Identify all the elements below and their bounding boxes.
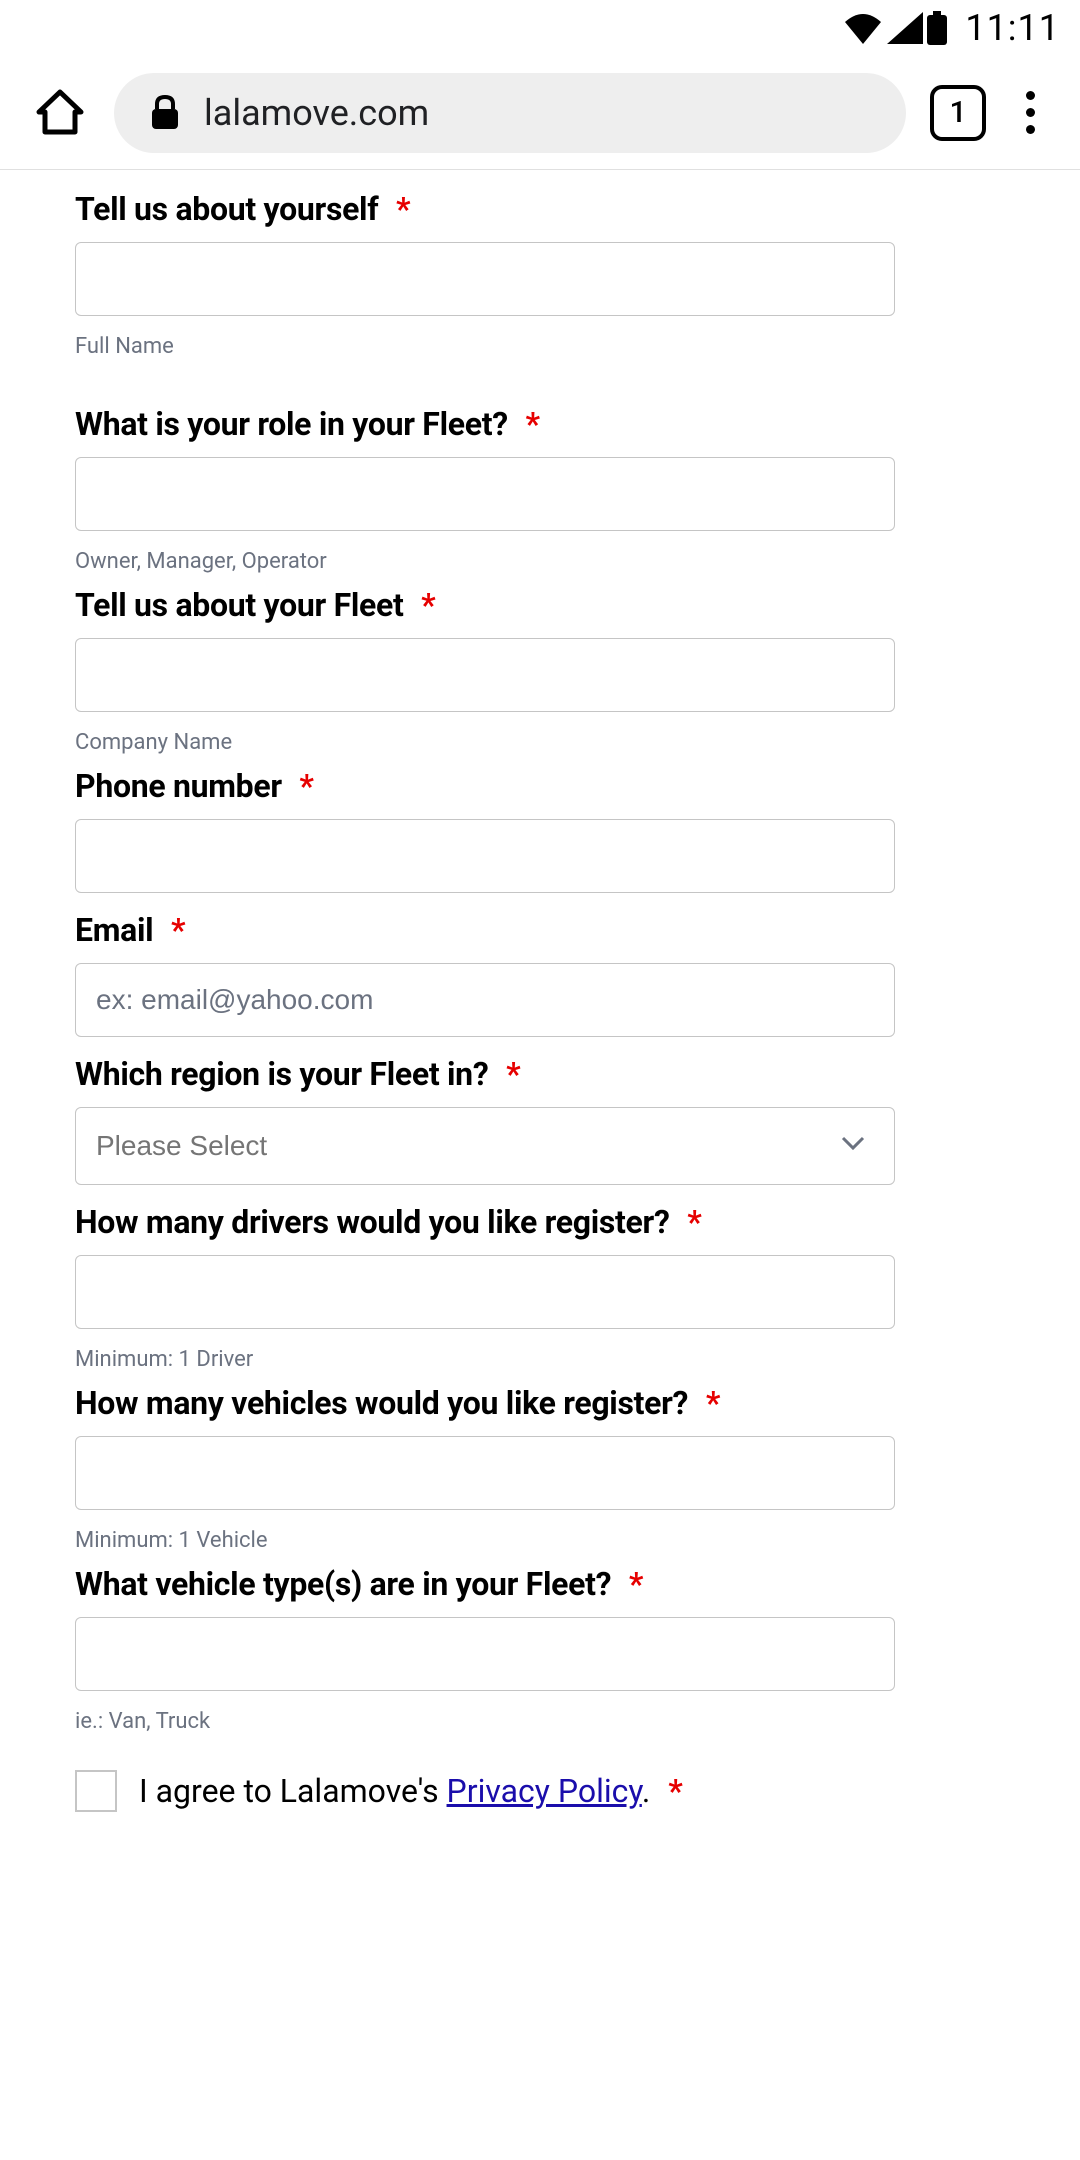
name-input[interactable]: [75, 242, 895, 316]
form-group-region: Which region is your Fleet in? *: [75, 1055, 1005, 1185]
vehicles-label: How many vehicles would you like registe…: [75, 1384, 1005, 1422]
vehicle-type-label: What vehicle type(s) are in your Fleet? …: [75, 1565, 1005, 1603]
fleet-input[interactable]: [75, 638, 895, 712]
form-group-phone: Phone number *: [75, 767, 1005, 893]
privacy-label: I agree to Lalamove's Privacy Policy. *: [139, 1772, 683, 1810]
vehicle-type-sublabel: ie.: Van, Truck: [75, 1709, 1005, 1734]
lock-icon: [150, 95, 180, 131]
vehicle-type-input[interactable]: [75, 1617, 895, 1691]
name-sublabel: Full Name: [75, 334, 1005, 359]
form-group-drivers: How many drivers would you like register…: [75, 1203, 1005, 1372]
vehicles-input[interactable]: [75, 1436, 895, 1510]
role-label: What is your role in your Fleet? *: [75, 405, 1005, 443]
browser-bar: lalamove.com 1: [0, 56, 1080, 170]
menu-dot-icon: [1026, 125, 1035, 134]
drivers-label: How many drivers would you like register…: [75, 1203, 1005, 1241]
menu-dot-icon: [1026, 91, 1035, 100]
role-sublabel: Owner, Manager, Operator: [75, 549, 1005, 574]
form-group-fleet: Tell us about your Fleet * Company Name: [75, 586, 1005, 755]
region-label: Which region is your Fleet in? *: [75, 1055, 1005, 1093]
status-icons: 11:11: [843, 7, 1060, 49]
required-mark: *: [706, 1384, 720, 1422]
form-group-vehicle-type: What vehicle type(s) are in your Fleet? …: [75, 1565, 1005, 1734]
required-mark: *: [668, 1772, 683, 1810]
tab-count-button[interactable]: 1: [930, 85, 986, 141]
required-mark: *: [687, 1203, 701, 1241]
status-bar: 11:11: [0, 0, 1080, 56]
cellular-icon: [887, 12, 923, 44]
region-select-wrapper: [75, 1107, 895, 1185]
required-mark: *: [171, 911, 185, 949]
vehicles-sublabel: Minimum: 1 Vehicle: [75, 1528, 1005, 1553]
name-label: Tell us about yourself *: [75, 190, 1005, 228]
tab-count-value: 1: [949, 95, 966, 130]
battery-icon: [927, 11, 947, 45]
status-time: 11:11: [965, 7, 1060, 49]
fleet-sublabel: Company Name: [75, 730, 1005, 755]
required-mark: *: [421, 586, 435, 624]
email-input[interactable]: [75, 963, 895, 1037]
form-group-vehicles: How many vehicles would you like registe…: [75, 1384, 1005, 1553]
menu-dot-icon: [1026, 108, 1035, 117]
form-group-role: What is your role in your Fleet? * Owner…: [75, 405, 1005, 574]
url-text: lalamove.com: [204, 92, 429, 134]
required-mark: *: [396, 190, 410, 228]
wifi-icon: [843, 12, 883, 44]
form-container: Tell us about yourself * Full Name What …: [0, 170, 1080, 1812]
required-mark: *: [526, 405, 540, 443]
phone-label: Phone number *: [75, 767, 1005, 805]
role-input[interactable]: [75, 457, 895, 531]
region-select[interactable]: [75, 1107, 895, 1185]
required-mark: *: [506, 1055, 520, 1093]
privacy-checkbox[interactable]: [75, 1770, 117, 1812]
menu-button[interactable]: [1010, 85, 1050, 141]
drivers-sublabel: Minimum: 1 Driver: [75, 1347, 1005, 1372]
drivers-input[interactable]: [75, 1255, 895, 1329]
privacy-group: I agree to Lalamove's Privacy Policy. *: [75, 1770, 1005, 1812]
url-bar[interactable]: lalamove.com: [114, 73, 906, 153]
home-button[interactable]: [30, 83, 90, 143]
required-mark: *: [629, 1565, 643, 1603]
required-mark: *: [299, 767, 313, 805]
form-group-email: Email *: [75, 911, 1005, 1037]
fleet-label: Tell us about your Fleet *: [75, 586, 1005, 624]
email-label: Email *: [75, 911, 1005, 949]
form-group-name: Tell us about yourself * Full Name: [75, 190, 1005, 359]
phone-input[interactable]: [75, 819, 895, 893]
privacy-policy-link[interactable]: Privacy Policy: [447, 1772, 642, 1810]
